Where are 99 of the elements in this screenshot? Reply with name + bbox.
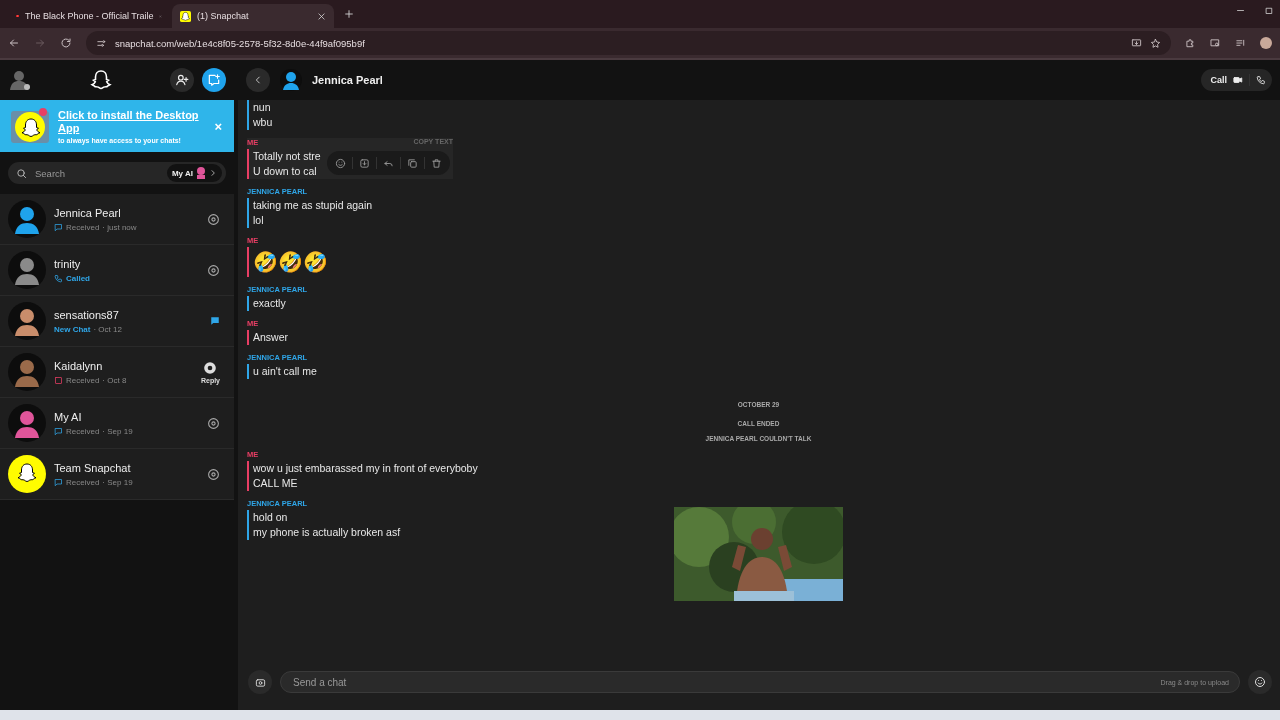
chat-time: · Sep 19 bbox=[102, 477, 133, 487]
browser-tab[interactable]: The Black Phone - Official Traile bbox=[8, 4, 170, 28]
add-friend-icon bbox=[175, 73, 189, 87]
camera-button[interactable] bbox=[248, 670, 272, 694]
search-icon bbox=[16, 167, 27, 179]
ghost-logo[interactable] bbox=[89, 68, 113, 92]
install-icon[interactable] bbox=[1131, 37, 1142, 49]
site-settings-icon bbox=[96, 37, 107, 49]
copy-icon[interactable] bbox=[407, 157, 418, 169]
message-text: taking me as stupid again bbox=[253, 198, 373, 213]
call-button[interactable]: Call bbox=[1201, 69, 1272, 91]
tab-title: (1) Snapchat bbox=[197, 11, 250, 21]
profile-icon[interactable] bbox=[1260, 37, 1272, 49]
ghost-app-icon bbox=[10, 106, 50, 146]
chat-time: · Oct 8 bbox=[102, 375, 127, 385]
address-bar[interactable]: snapchat.com/web/1e4c8f05-2578-5f32-8d0e-44f9af095b9f bbox=[86, 31, 1171, 55]
close-icon[interactable] bbox=[317, 11, 326, 21]
restore-icon[interactable] bbox=[1265, 6, 1274, 15]
chat-icon bbox=[54, 477, 63, 487]
add-friend-button[interactable] bbox=[170, 68, 194, 92]
message-text: U down to cal bbox=[253, 164, 317, 179]
smiley-icon bbox=[1254, 676, 1266, 688]
smiley-icon[interactable] bbox=[335, 157, 346, 169]
avatar-icon bbox=[8, 404, 46, 442]
extensions-icon[interactable] bbox=[1185, 37, 1196, 49]
search-tab-icon[interactable] bbox=[1210, 37, 1221, 49]
chat-time: · just now bbox=[102, 222, 137, 232]
chat-status: Received bbox=[66, 222, 100, 232]
playlist-icon[interactable] bbox=[1235, 37, 1246, 49]
contact-name: My AI bbox=[54, 410, 83, 423]
message-text: wbu bbox=[253, 115, 273, 130]
chat-status: Called bbox=[66, 273, 90, 283]
message-field[interactable]: Send a chat bbox=[291, 675, 1161, 689]
contact-name: Team Snapchat bbox=[54, 461, 132, 474]
message-text: Answer bbox=[253, 330, 288, 345]
message-text: Totally not stre bbox=[253, 149, 321, 164]
camera-icon[interactable] bbox=[203, 360, 218, 375]
browser-tab[interactable]: (1) Snapchat bbox=[172, 4, 334, 28]
message-text: exactly bbox=[253, 296, 286, 311]
camera-icon bbox=[254, 676, 266, 688]
avatar-icon bbox=[8, 353, 46, 391]
camera-icon[interactable] bbox=[207, 467, 220, 481]
message-text: 🤣🤣🤣 bbox=[253, 250, 328, 275]
chat-status: New Chat bbox=[54, 324, 91, 334]
chevron-icon bbox=[209, 169, 217, 177]
chat-icon bbox=[54, 222, 63, 232]
profile-avatar-icon[interactable] bbox=[8, 68, 32, 92]
chat-list-item[interactable]: Jennica Pearl Received · just now bbox=[0, 194, 234, 245]
my-ai-button[interactable]: My AI bbox=[166, 164, 222, 182]
message-text: u ain't call me bbox=[253, 364, 317, 379]
message-text: lol bbox=[253, 213, 264, 228]
new-chat-icon bbox=[207, 73, 221, 87]
ghost-icon bbox=[180, 10, 191, 22]
camera-icon[interactable] bbox=[207, 416, 220, 430]
ghost-avatar bbox=[8, 455, 46, 493]
search-field[interactable]: Search bbox=[33, 166, 161, 180]
reload-icon[interactable] bbox=[60, 37, 72, 49]
chat-list-item[interactable]: Team Snapchat Received · Sep 19 bbox=[0, 449, 234, 500]
chat-icon bbox=[210, 316, 220, 326]
chat-time: · Oct 12 bbox=[93, 324, 122, 334]
avatar-icon bbox=[8, 200, 46, 238]
back-icon[interactable] bbox=[8, 37, 20, 49]
message-text: my phone is actually broken asf bbox=[253, 525, 401, 540]
avatar-icon bbox=[280, 69, 302, 91]
chat-list-item[interactable]: sensations87 New Chat · Oct 12 bbox=[0, 296, 234, 347]
save-icon[interactable] bbox=[359, 157, 370, 169]
message-text: nun bbox=[253, 100, 271, 115]
star-icon[interactable] bbox=[1150, 37, 1161, 49]
new-tab-icon[interactable] bbox=[344, 9, 354, 19]
message-text: hold on bbox=[253, 510, 288, 525]
camera-icon[interactable] bbox=[207, 212, 220, 226]
contact-name: Jennica Pearl bbox=[312, 74, 384, 86]
message-text: wow u just embarassed my in front of everyboby bbox=[253, 461, 478, 476]
contact-name: sensations87 bbox=[54, 308, 120, 321]
avatar-icon bbox=[8, 251, 46, 289]
chat-list-item[interactable]: trinity Called bbox=[0, 245, 234, 296]
contact-name: Kaidalynn bbox=[54, 359, 104, 372]
new-chat-button[interactable] bbox=[202, 68, 226, 92]
avatar-icon bbox=[8, 302, 46, 340]
back-icon bbox=[253, 75, 263, 85]
chat-icon bbox=[54, 426, 63, 436]
phone-icon bbox=[54, 273, 63, 283]
contact-name: trinity bbox=[54, 257, 82, 270]
chat-time: · Sep 19 bbox=[102, 426, 133, 436]
contact-name: Jennica Pearl bbox=[54, 206, 122, 219]
tab-title: The Black Phone - Official Traile bbox=[25, 11, 154, 21]
chat-list-item[interactable]: My AI Received · Sep 19 bbox=[0, 398, 234, 449]
emoji-button[interactable] bbox=[1248, 670, 1272, 694]
chat-status: Received bbox=[66, 426, 100, 436]
avatar-icon bbox=[196, 167, 206, 179]
camera-icon[interactable] bbox=[207, 263, 220, 277]
chat-status: Received bbox=[66, 375, 100, 385]
phone-icon bbox=[1256, 75, 1266, 85]
search-bar[interactable]: Search My AI bbox=[8, 162, 226, 184]
trash-icon[interactable] bbox=[431, 157, 442, 169]
message-text: CALL ME bbox=[253, 476, 298, 491]
video-icon bbox=[1233, 75, 1243, 85]
square-icon bbox=[54, 375, 63, 385]
chat-status: Received bbox=[66, 477, 100, 487]
